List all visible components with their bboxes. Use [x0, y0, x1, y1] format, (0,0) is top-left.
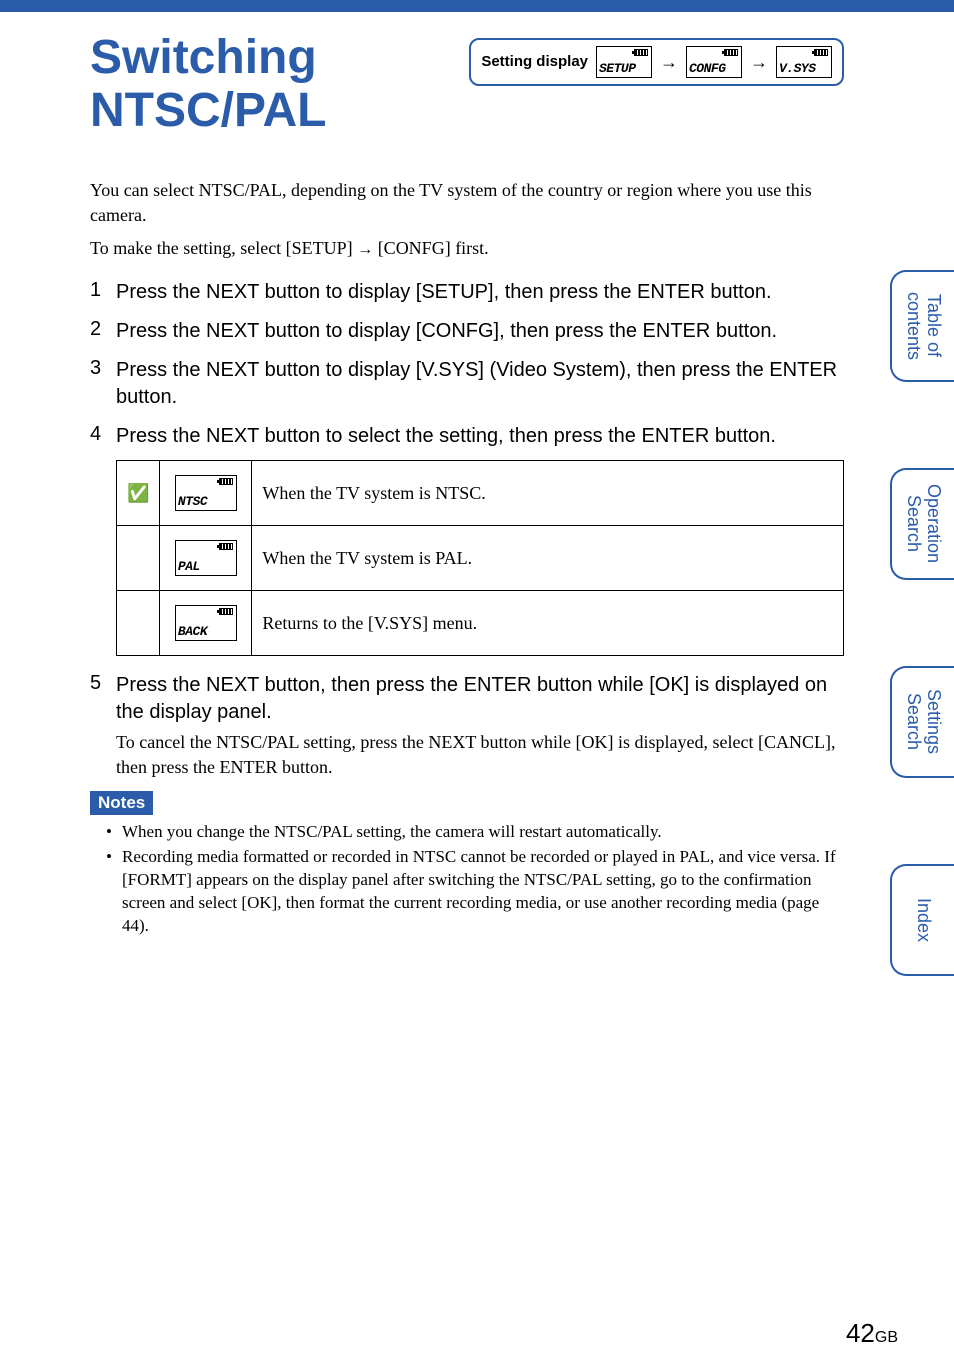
intro-paragraph-2: To make the setting, select [SETUP] → [C… [90, 236, 844, 261]
step-1-text: Press the NEXT button to display [SETUP]… [116, 279, 844, 306]
table-row: PAL When the TV system is PAL. [117, 526, 844, 591]
tab-table-of-contents[interactable]: Table of contents [890, 270, 954, 382]
step-3: 3 Press the NEXT button to display [V.SY… [90, 357, 844, 411]
step-5-subtext: To cancel the NTSC/PAL setting, press th… [116, 730, 844, 779]
step-3-text: Press the NEXT button to display [V.SYS]… [116, 357, 844, 411]
option-desc-back: Returns to the [V.SYS] menu. [252, 591, 844, 656]
default-check-cell: ✅ [117, 461, 160, 526]
arrow-right-icon: → [357, 241, 373, 258]
battery-icon [724, 49, 738, 56]
notes-label: Notes [90, 791, 153, 815]
page-num: 42 [846, 1318, 875, 1348]
step-4-text: Press the NEXT button to select the sett… [116, 423, 844, 450]
setting-display-label: Setting display [481, 54, 588, 71]
top-accent-bar [0, 0, 954, 12]
note-item-2: Recording media formatted or recorded in… [110, 846, 844, 938]
lcd-ntsc: NTSC [175, 475, 237, 511]
step-2-text: Press the NEXT button to display [CONFG]… [116, 318, 844, 345]
step-1: 1 Press the NEXT button to display [SETU… [90, 279, 844, 306]
lcd-cell: PAL [160, 526, 252, 591]
empty-check-cell [117, 591, 160, 656]
setting-display-label-text: Setting display [481, 53, 588, 70]
battery-icon [634, 49, 648, 56]
intro-p2-b: [CONFG] first. [373, 238, 489, 258]
step-number: 1 [90, 279, 101, 302]
lcd-pal: PAL [175, 540, 237, 576]
tab-settings-search[interactable]: Settings Search [890, 666, 954, 778]
lcd-confg-text: CONFG [689, 61, 726, 76]
lcd-setup-text: SETUP [599, 61, 636, 76]
note-item-1: When you change the NTSC/PAL setting, th… [110, 821, 844, 844]
step-number: 4 [90, 423, 101, 446]
lcd-setup: SETUP [596, 46, 652, 78]
option-desc-ntsc: When the TV system is NTSC. [252, 461, 844, 526]
empty-check-cell [117, 526, 160, 591]
tab-operation-search[interactable]: Operation Search [890, 468, 954, 580]
check-icon: ✅ [127, 483, 149, 503]
step-4: 4 Press the NEXT button to select the se… [90, 423, 844, 656]
lcd-back: BACK [175, 605, 237, 641]
arrow-right-icon: → [660, 52, 678, 73]
setting-display-box: Setting display SETUP → CONFG → V.SYS [469, 38, 844, 86]
side-tabs: Table of contents Operation Search Setti… [890, 270, 954, 976]
step-number: 2 [90, 318, 101, 341]
content-area: Switching NTSC/PAL Setting display SETUP… [0, 12, 954, 960]
lcd-cell: NTSC [160, 461, 252, 526]
battery-icon [219, 478, 233, 485]
lcd-vsys-text: V.SYS [779, 61, 816, 76]
step-number: 5 [90, 672, 101, 695]
lcd-back-text: BACK [178, 624, 207, 639]
options-table: ✅ NTSC When the TV system is NTSC. [116, 460, 844, 656]
notes-list: When you change the NTSC/PAL setting, th… [90, 821, 844, 938]
step-5-text: Press the NEXT button, then press the EN… [116, 672, 844, 726]
lcd-ntsc-text: NTSC [178, 494, 207, 509]
table-row: ✅ NTSC When the TV system is NTSC. [117, 461, 844, 526]
steps-list: 1 Press the NEXT button to display [SETU… [90, 279, 844, 779]
intro-p2-a: To make the setting, select [SETUP] [90, 238, 357, 258]
page-title: Switching NTSC/PAL [90, 32, 449, 138]
lcd-confg: CONFG [686, 46, 742, 78]
tab-index[interactable]: Index [890, 864, 954, 976]
page-suffix: GB [875, 1329, 898, 1346]
lcd-pal-text: PAL [178, 559, 200, 574]
lcd-cell: BACK [160, 591, 252, 656]
step-2: 2 Press the NEXT button to display [CONF… [90, 318, 844, 345]
page-number: 42GB [846, 1318, 898, 1349]
intro-paragraph-1: You can select NTSC/PAL, depending on th… [90, 178, 844, 228]
battery-icon [219, 608, 233, 615]
arrow-right-icon: → [750, 52, 768, 73]
battery-icon [814, 49, 828, 56]
lcd-vsys: V.SYS [776, 46, 832, 78]
step-number: 3 [90, 357, 101, 380]
step-5: 5 Press the NEXT button, then press the … [90, 672, 844, 779]
notes-section: Notes When you change the NTSC/PAL setti… [90, 791, 844, 938]
option-desc-pal: When the TV system is PAL. [252, 526, 844, 591]
table-row: BACK Returns to the [V.SYS] menu. [117, 591, 844, 656]
title-row: Switching NTSC/PAL Setting display SETUP… [90, 32, 844, 138]
battery-icon [219, 543, 233, 550]
